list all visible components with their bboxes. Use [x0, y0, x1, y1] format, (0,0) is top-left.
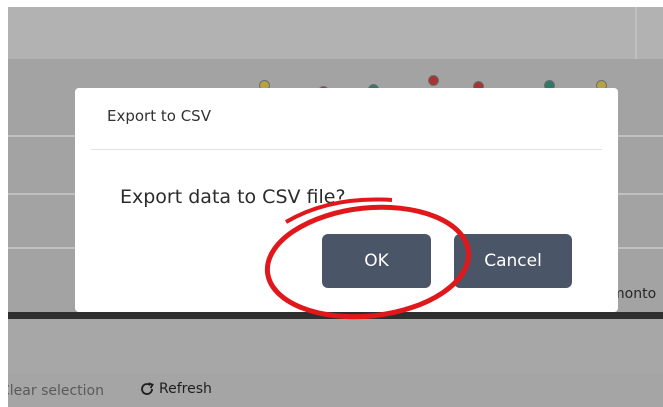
map-road-line: [635, 7, 637, 59]
cancel-button[interactable]: Cancel: [454, 234, 572, 288]
map-roadway: [8, 7, 663, 59]
ok-button[interactable]: OK: [322, 234, 431, 288]
dialog-message: Export data to CSV file?: [120, 186, 346, 208]
panel-splitter[interactable]: [8, 312, 663, 319]
map-marker[interactable]: [428, 75, 439, 86]
dialog-title: Export to CSV: [107, 107, 211, 125]
clear-selection-button[interactable]: Clear selection: [8, 383, 104, 399]
dialog-divider: [91, 149, 602, 150]
refresh-button[interactable]: Refresh: [139, 381, 212, 397]
table-toolbar: Clear selection Refresh: [8, 373, 663, 407]
refresh-label: Refresh: [159, 381, 212, 397]
export-csv-dialog: Export to CSV Export data to CSV file? O…: [75, 88, 618, 312]
attribute-table-panel: [8, 319, 663, 373]
refresh-icon: [141, 382, 154, 395]
